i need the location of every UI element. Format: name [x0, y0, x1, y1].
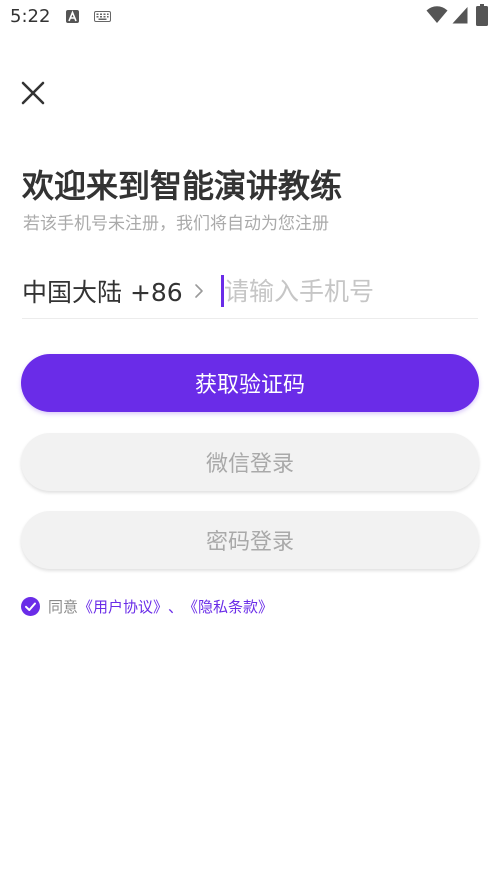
page-subtitle: 若该手机号未注册，我们将自动为您注册 [23, 214, 329, 234]
region-selector[interactable]: 中国大陆 +86 [22, 271, 205, 311]
close-icon [21, 81, 45, 105]
agree-prefix-text: 同意 [48, 597, 79, 616]
region-code-label: 中国大陆 +86 [22, 278, 183, 307]
close-button[interactable] [16, 76, 50, 110]
user-agreement-link[interactable]: 《用户协议》 [78, 596, 168, 617]
status-bar: 5:22 [0, 0, 500, 34]
battery-icon [476, 4, 488, 26]
status-time: 5:22 [10, 6, 51, 27]
login-screen: 5:22 欢迎来到智能演讲教练 若该手机号未注册，我们将自动为您注册 中国大陆 … [0, 0, 500, 888]
a-notification-icon [66, 10, 79, 23]
wechat-login-button[interactable]: 微信登录 [21, 433, 479, 491]
wifi-icon [426, 6, 448, 23]
privacy-policy-link[interactable]: 《隐私条款》 [183, 596, 273, 617]
signal-icon [452, 7, 468, 24]
phone-number-input[interactable] [222, 271, 478, 311]
keyboard-icon [94, 11, 111, 22]
agreement-row: 同意 《用户协议》 、 《隐私条款》 [21, 595, 273, 617]
agreement-separator: 、 [168, 597, 184, 616]
chevron-right-icon [194, 284, 203, 298]
get-verification-code-button[interactable]: 获取验证码 [21, 354, 479, 412]
phone-number-row: 中国大陆 +86 [22, 263, 478, 319]
password-login-button[interactable]: 密码登录 [21, 511, 479, 569]
page-title: 欢迎来到智能演讲教练 [22, 167, 343, 205]
agree-checkbox[interactable] [21, 596, 40, 616]
